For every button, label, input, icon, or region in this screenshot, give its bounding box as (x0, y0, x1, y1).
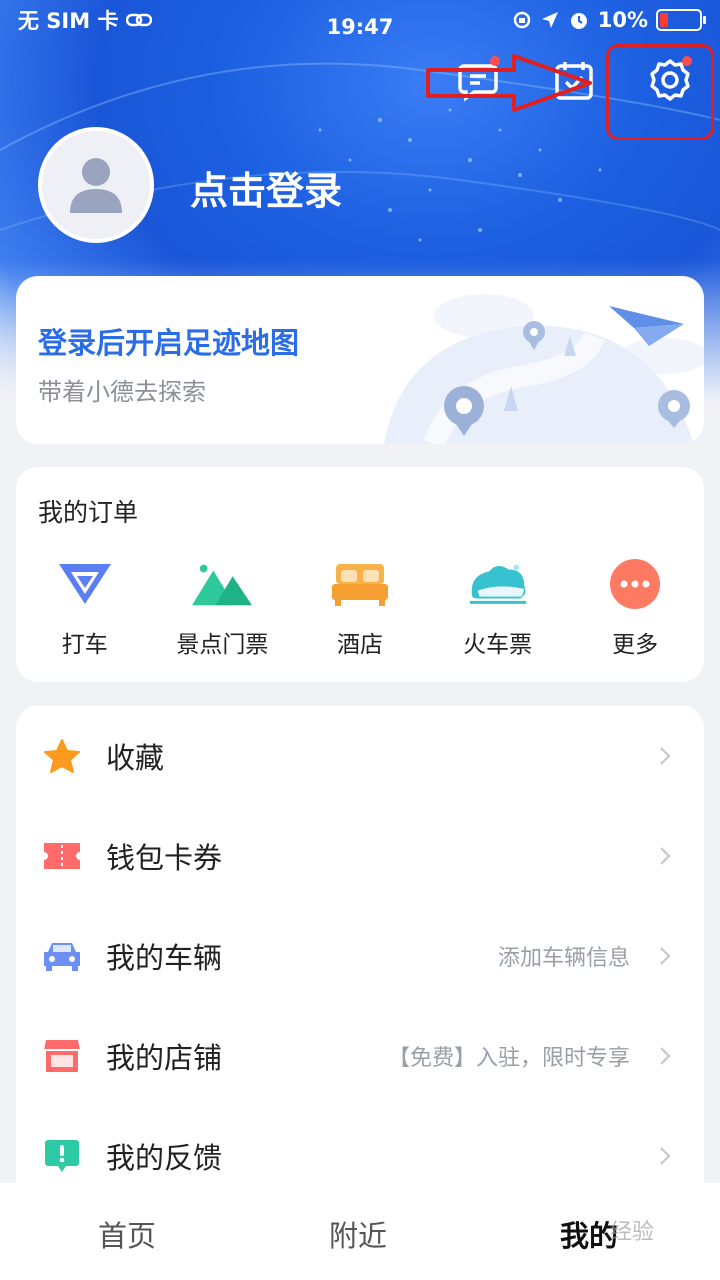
chevron-right-icon (660, 947, 671, 965)
train-ticket-icon (469, 564, 526, 604)
order-label: 更多 (612, 632, 659, 658)
menu-item-vehicles[interactable]: 我的车辆 添加车辆信息 (16, 906, 704, 1006)
avatar[interactable] (38, 127, 154, 243)
battery-percent: 10% (597, 8, 648, 32)
menu-item-favorites[interactable]: 收藏 (16, 706, 704, 806)
feedback-icon (45, 1140, 79, 1172)
footprint-title: 登录后开启足迹地图 (38, 326, 300, 360)
annotation-arrow (426, 54, 592, 112)
watermark: 经验 (610, 1220, 655, 1245)
tab-home[interactable]: 首页 (98, 1213, 156, 1255)
menu-item-label: 收藏 (106, 741, 165, 775)
order-item-taxi[interactable]: 打车 (16, 559, 154, 659)
order-label: 景点门票 (176, 632, 269, 658)
order-label: 打车 (61, 632, 108, 658)
tab-nearby[interactable]: 附近 (329, 1213, 387, 1255)
chevron-right-icon (660, 1147, 671, 1165)
footprint-subtitle: 带着小德去探索 (38, 378, 206, 406)
carrier-label: 无 SIM 卡 (18, 9, 119, 33)
login-prompt[interactable]: 点击登录 (190, 160, 342, 215)
order-item-train-ticket[interactable]: 火车票 (429, 559, 567, 659)
scenic-ticket-icon (192, 564, 253, 606)
menu-item-shop[interactable]: 我的店铺 【免费】入驻，限时专享 (16, 1006, 704, 1106)
annotation-highlight-box (606, 44, 714, 140)
menu-item-label: 钱包卡券 (106, 841, 223, 875)
order-label: 酒店 (336, 632, 383, 658)
link-icon (126, 13, 153, 27)
alarm-icon (570, 13, 587, 29)
status-bar: 无 SIM 卡 10% (0, 0, 720, 40)
chevron-right-icon (660, 1047, 671, 1065)
menu-list-card: 收藏 钱包卡券 我的车辆 添加车辆信息 我的店铺 【免费】入驻，限时专享 我的反… (16, 706, 704, 1226)
hotel-icon (331, 564, 388, 606)
order-item-more[interactable]: 更多 (566, 559, 704, 659)
chevron-right-icon (660, 847, 671, 865)
battery-icon (656, 9, 706, 31)
order-item-scenic-ticket[interactable]: 景点门票 (154, 559, 292, 659)
menu-item-wallet[interactable]: 钱包卡券 (16, 806, 704, 906)
star-icon (44, 739, 80, 773)
taxi-icon (58, 564, 111, 604)
more-icon (610, 559, 661, 609)
user-icon (70, 158, 122, 213)
menu-item-hint: 添加车辆信息 (497, 946, 630, 971)
car-icon (44, 943, 80, 971)
rotation-lock-icon (513, 11, 530, 29)
menu-item-label: 我的车辆 (106, 941, 223, 975)
menu-item-label: 我的店铺 (106, 1041, 223, 1075)
menu-item-hint: 【免费】入驻，限时专享 (387, 1046, 630, 1071)
orders-grid: 打车 景点门票 酒店 火车票 更多 (16, 559, 704, 659)
order-item-hotel[interactable]: 酒店 (291, 559, 429, 659)
ticket-icon (44, 843, 80, 869)
footprint-map-card[interactable]: 登录后开启足迹地图 带着小德去探索 (16, 276, 704, 444)
shop-icon (44, 1040, 80, 1072)
order-label: 火车票 (463, 632, 533, 658)
menu-item-label: 我的反馈 (106, 1141, 223, 1175)
chevron-right-icon (660, 747, 671, 765)
my-orders-card: 我的订单 打车 景点门票 酒店 火车票 更多 (16, 467, 704, 682)
orders-title: 我的订单 (38, 498, 139, 527)
location-icon (541, 12, 558, 28)
globe-illustration (384, 294, 704, 444)
